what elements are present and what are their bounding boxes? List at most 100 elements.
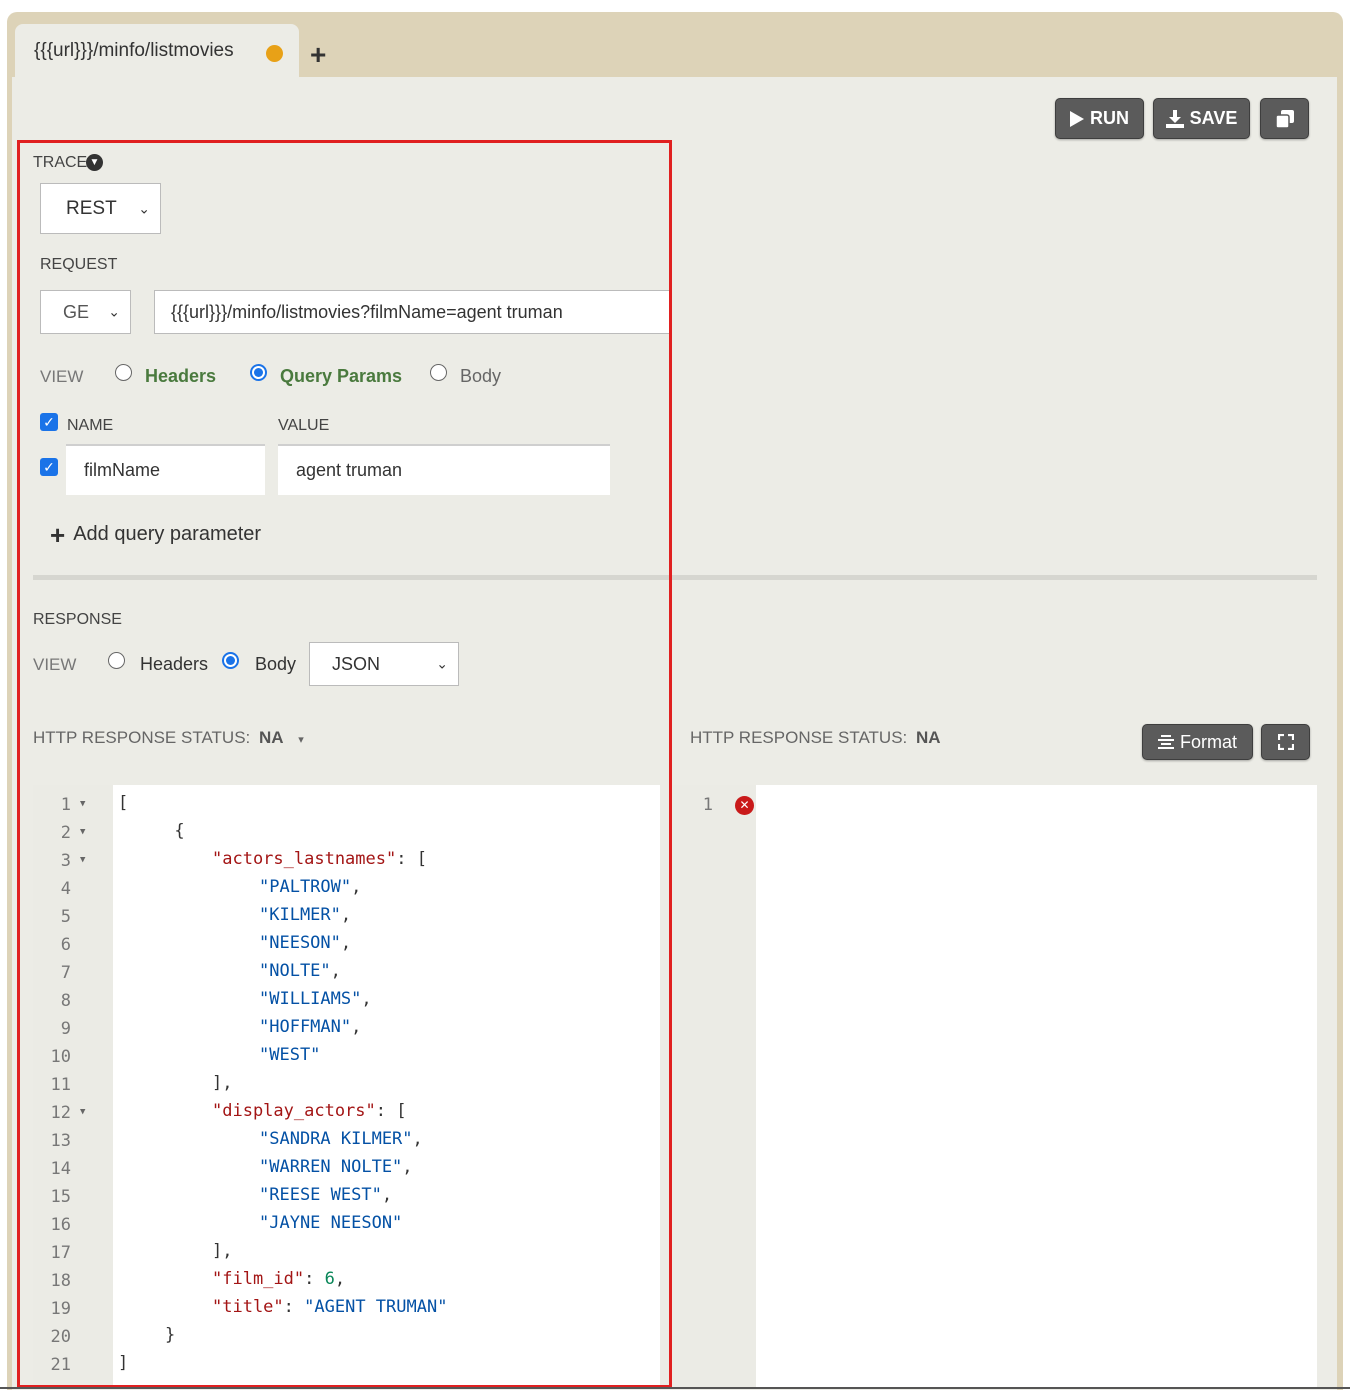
line-number: 20 [50,1327,71,1347]
left-status: HTTP RESPONSE STATUS: NA ▾ [33,728,304,748]
fullscreen-button[interactable] [1261,724,1310,760]
code-line: "REESE WEST", [259,1185,392,1205]
line-number: 9 [60,1019,71,1039]
radio-body-label: Body [460,366,502,386]
method-select[interactable]: GE ⌄ [40,290,131,334]
radio-body[interactable] [430,364,447,381]
protocol-value: REST [66,197,117,219]
section-divider [33,575,1317,580]
response-body-editor[interactable]: 1 ▼ 2 ▼ 3 ▼ 4 5 6 7 8 9 10 11 12 ▼ 13 14 15 16 17 18 19 20 21 [{… [33,785,660,1387]
code-token: : [304,1269,325,1289]
line-number: 15 [50,1187,71,1207]
line-number: 5 [60,907,71,927]
code-token: : [ [375,1101,407,1121]
code-line: "JAYNE NEESON" [259,1213,402,1233]
response-view-label: VIEW [33,655,77,674]
line-number: 17 [50,1243,71,1263]
format-button[interactable]: Format [1142,724,1253,760]
tab-active[interactable]: {{{url}}}/minfo/listmovies [15,24,299,77]
line-number: 14 [50,1159,71,1179]
trace-toggle-icon[interactable]: ▼ [86,154,103,171]
expand-icon [1277,734,1294,750]
line-number: 6 [60,935,71,955]
code-line: "WILLIAMS", [259,989,372,1009]
code-token: , [402,1157,413,1177]
response-radio-headers-label: Headers [140,654,209,674]
align-center-icon [1157,735,1174,749]
code-line: "KILMER", [259,905,351,925]
code-token: : [ [396,849,427,869]
code-line: "title": "AGENT TRUMAN" [212,1297,447,1317]
response-format-value: JSON [332,653,381,674]
method-value: GE [63,301,90,322]
code-token: ], [212,1241,233,1261]
code-token: : [283,1297,305,1317]
right-editor-gutter [673,785,756,1387]
url-input[interactable]: {{{url}}}/minfo/listmovies?filmName=agen… [154,290,670,334]
code-token: } [165,1325,176,1345]
json-number: 6 [324,1269,335,1289]
code-line: { [174,821,184,841]
code-token: , [334,1269,346,1289]
fold-toggle-icon[interactable]: ▼ [80,799,85,809]
response-label: RESPONSE [33,611,122,628]
json-string: "PALTROW" [259,877,352,897]
error-icon: ✕ [735,796,754,815]
param-enabled-checkbox[interactable]: ✓ [40,458,58,476]
left-status-label: HTTP RESPONSE STATUS: [33,728,251,747]
json-string: "NEESON" [259,933,341,953]
line-number: 19 [50,1299,71,1319]
code-line: ], [212,1241,232,1261]
response-radio-body-label: Body [255,654,297,674]
value-column-header: VALUE [278,417,330,434]
json-string: "SANDRA KILMER" [259,1129,413,1149]
code-line: "HOFFMAN", [259,1017,361,1037]
json-key: "title" [212,1297,284,1317]
right-editor[interactable]: 1 [673,785,1317,1387]
json-string: "KILMER" [259,905,341,925]
code-line: "film_id": 6, [212,1269,345,1289]
select-all-params-checkbox[interactable]: ✓ [40,413,58,431]
code-token: , [361,989,372,1009]
run-button[interactable]: RUN [1055,98,1144,139]
param-value-input[interactable]: agent truman [278,444,610,495]
response-format-select[interactable]: JSON ⌄ [309,642,459,686]
response-radio-body[interactable] [222,652,239,669]
copy-button[interactable] [1260,98,1309,139]
add-tab-button[interactable]: + [310,41,326,69]
code-token: , [351,877,362,897]
code-line: ], [212,1073,232,1093]
request-view-label: VIEW [40,367,84,386]
fold-toggle-icon[interactable]: ▼ [80,1107,85,1117]
json-string: "WEST" [259,1045,321,1065]
code-token: , [340,933,352,953]
url-value: {{{url}}}/minfo/listmovies?filmName=agen… [171,301,563,322]
chevron-down-icon: ⌄ [108,303,120,320]
code-line: "NEESON", [259,933,351,953]
line-number: 11 [50,1075,71,1095]
status-caret-icon[interactable]: ▾ [298,734,304,746]
line-number: 7 [60,963,71,983]
save-button[interactable]: SAVE [1153,98,1250,139]
json-key: "film_id" [212,1269,305,1289]
code-line: [ [118,793,128,813]
json-string: "REESE WEST" [259,1185,382,1205]
param-name-input[interactable]: filmName [66,444,265,495]
json-key: "display_actors" [212,1101,376,1121]
code-token: , [340,905,352,925]
download-icon [1165,109,1184,128]
radio-query-params[interactable] [250,364,267,381]
code-line: } [165,1325,175,1345]
fold-toggle-icon[interactable]: ▼ [80,827,85,837]
code-token: { [174,821,185,841]
name-column-header: NAME [67,417,114,434]
radio-headers[interactable] [115,364,132,381]
chevron-down-icon: ⌄ [138,200,150,216]
protocol-select[interactable]: REST ⌄ [40,183,161,234]
format-label: Format [1179,731,1237,752]
code-line: "PALTROW", [259,877,361,897]
add-query-parameter-button[interactable]: + Add query parameter [50,522,261,548]
json-string: "WARREN NOLTE" [259,1157,403,1177]
fold-toggle-icon[interactable]: ▼ [80,855,85,865]
response-radio-headers[interactable] [108,652,125,669]
